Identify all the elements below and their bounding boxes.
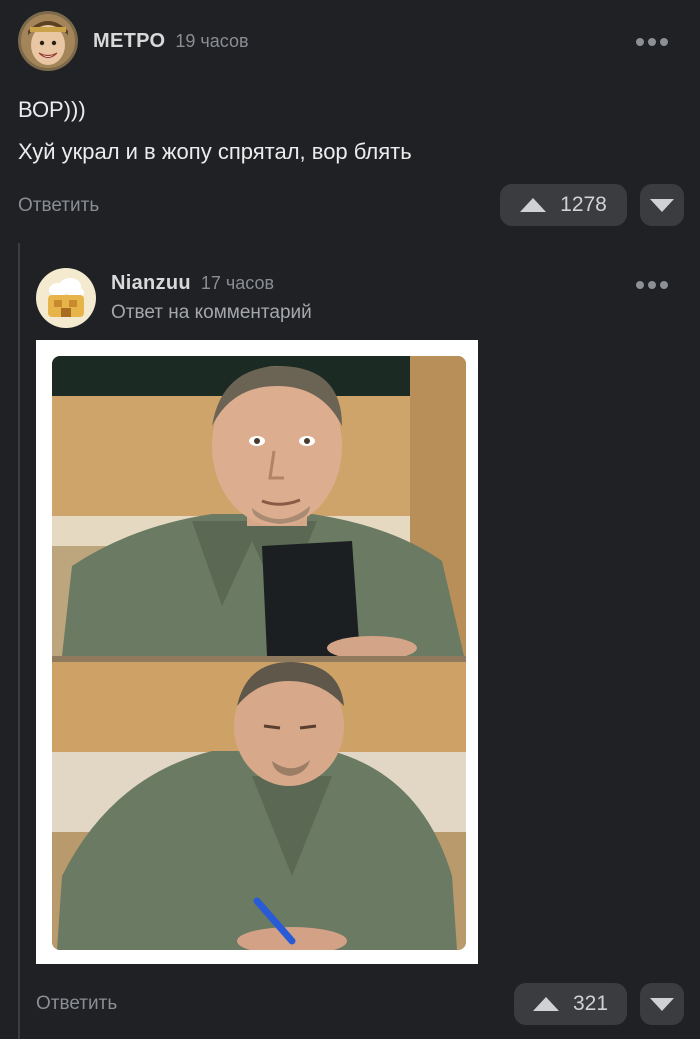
- reply-header: Nianzuu 17 часов Ответ на комментарий: [36, 268, 312, 328]
- reply-time: 17 часов: [200, 273, 275, 293]
- comment-time: 19 часов: [175, 30, 249, 51]
- attached-image[interactable]: [36, 340, 478, 964]
- user-avatar[interactable]: [18, 11, 78, 71]
- reply-author[interactable]: Nianzuu: [111, 272, 191, 295]
- thread-line[interactable]: [18, 243, 20, 1039]
- upvote-icon: [520, 198, 547, 212]
- more-options-icon[interactable]: [636, 281, 668, 289]
- reply-avatar[interactable]: [36, 268, 96, 328]
- comment-author[interactable]: МЕТРО: [93, 30, 165, 53]
- downvote-icon: [650, 997, 674, 1011]
- upvote-icon: [532, 997, 559, 1011]
- comment-header: МЕТРО 19 часов: [18, 11, 249, 71]
- more-options-icon[interactable]: [636, 38, 668, 46]
- reply-button[interactable]: Ответить: [36, 993, 117, 1015]
- upvote-button[interactable]: 321: [514, 983, 627, 1025]
- downvote-button[interactable]: [640, 184, 684, 226]
- downvote-icon: [650, 198, 674, 212]
- reply-button[interactable]: Ответить: [18, 195, 99, 217]
- upvote-count: 321: [572, 992, 609, 1015]
- comment-text-line-2: Хуй украл и в жопу спрятал, вор блять: [18, 139, 412, 164]
- reply-to-link[interactable]: Ответ на комментарий: [111, 302, 312, 324]
- upvote-count: 1278: [560, 193, 607, 216]
- downvote-button[interactable]: [640, 983, 684, 1025]
- meme-photo: [52, 356, 466, 950]
- comment-text-line-1: ВОР))): [18, 97, 86, 122]
- upvote-button[interactable]: 1278: [500, 184, 627, 226]
